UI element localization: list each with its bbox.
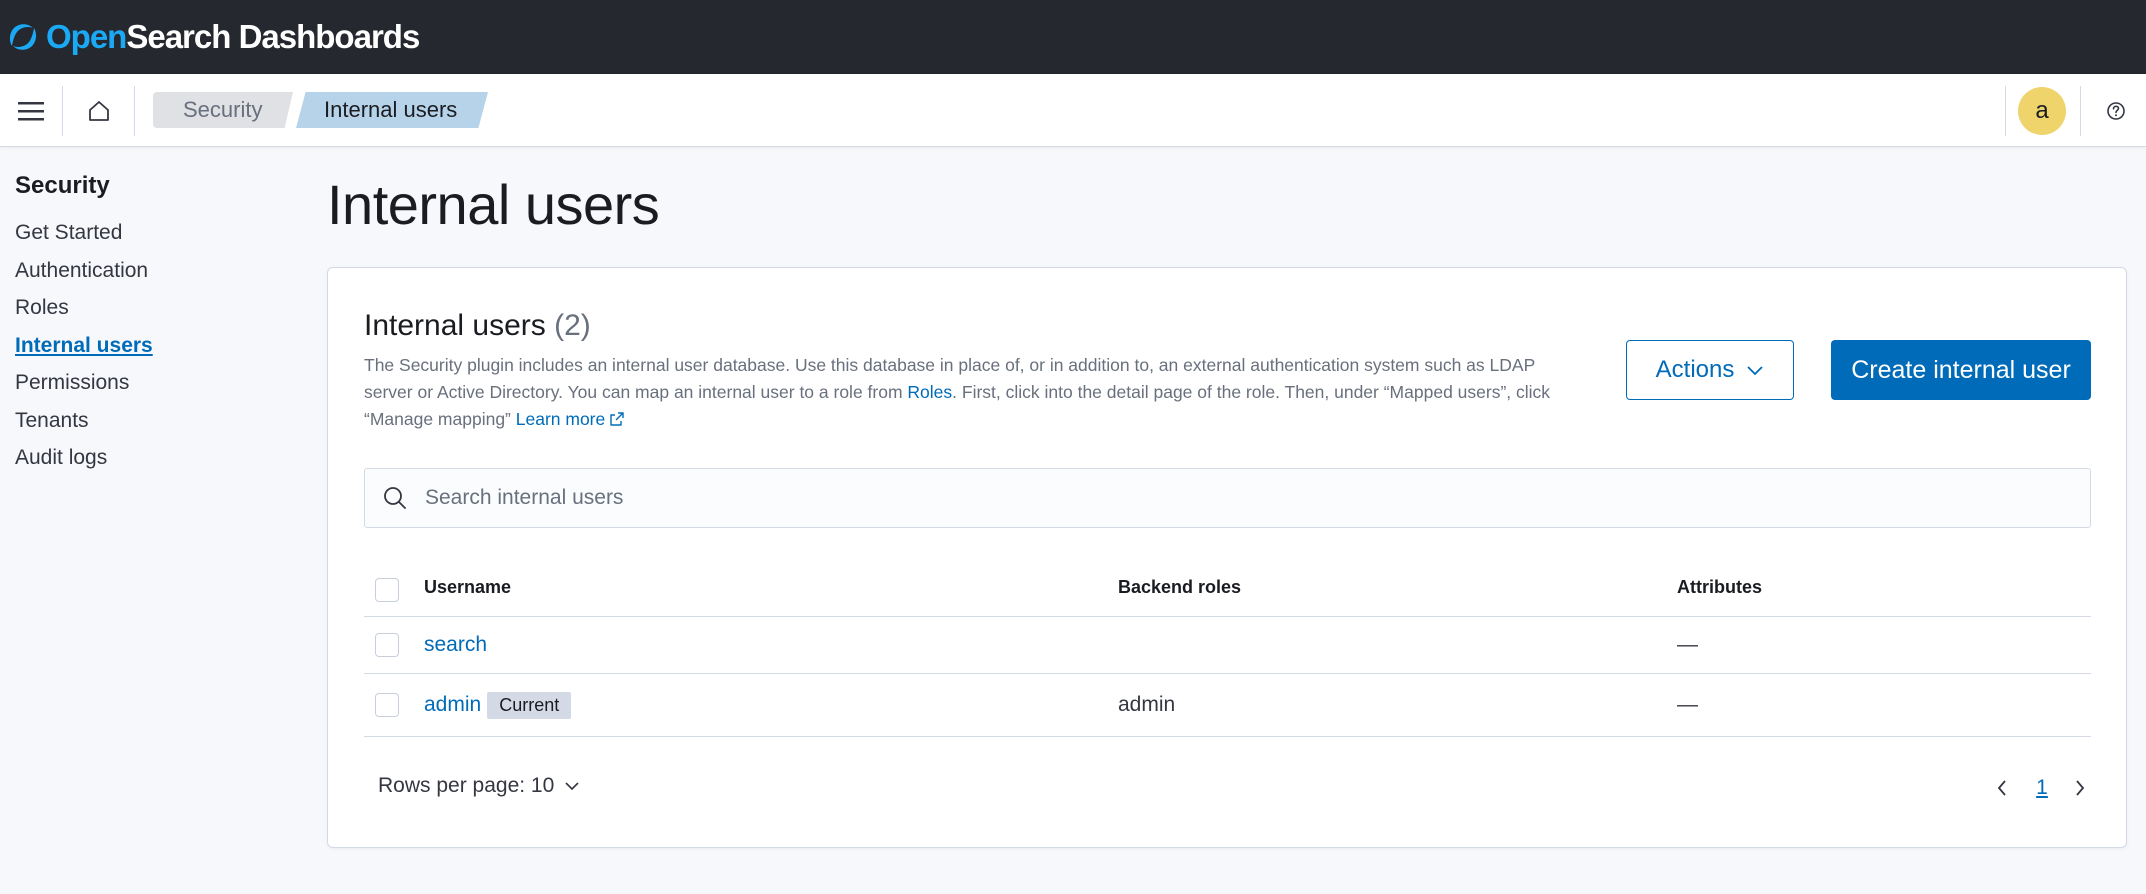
side-nav-item-audit-logs[interactable]: Audit logs [15, 443, 295, 481]
header-divider [2080, 86, 2081, 136]
row-checkbox[interactable] [375, 693, 399, 717]
username-cell: search [424, 630, 487, 660]
header-divider [62, 86, 63, 136]
home-button[interactable] [64, 74, 134, 147]
learn-more-link[interactable]: Learn more [516, 409, 626, 429]
help-button[interactable] [2094, 74, 2138, 147]
side-nav-title: Security [15, 172, 110, 199]
roles-link[interactable]: Roles [907, 382, 952, 402]
search-bar [364, 468, 2091, 528]
search-input[interactable] [425, 486, 2065, 510]
breadcrumb-header: Security Internal users a [0, 74, 2146, 147]
rows-per-page-selector[interactable]: Rows per page: 10 [378, 774, 580, 798]
header-divider [2005, 86, 2006, 136]
side-nav-item-authentication[interactable]: Authentication [15, 256, 295, 294]
global-header: OpenSearch Dashboards [0, 0, 2146, 74]
hamburger-icon [18, 101, 44, 120]
internal-users-panel: Internal users (2) The Security plugin i… [327, 267, 2127, 848]
create-internal-user-button[interactable]: Create internal user [1831, 340, 2091, 400]
panel-description: The Security plugin includes an internal… [364, 355, 1551, 429]
side-nav-item-roles[interactable]: Roles [15, 293, 295, 331]
search-icon [365, 485, 425, 511]
internal-users-table: Username Backend roles Attributes search… [364, 564, 2091, 737]
side-nav-item-internal-users[interactable]: Internal users [15, 331, 295, 369]
side-nav-item-tenants[interactable]: Tenants [15, 406, 295, 444]
chevron-down-icon [565, 782, 579, 791]
attributes-cell: — [1677, 633, 1698, 656]
column-header-username[interactable]: Username [424, 577, 511, 598]
external-link-icon [610, 412, 624, 426]
home-icon [89, 100, 109, 121]
user-count: (2) [554, 309, 591, 342]
table-row: admin Current admin — [364, 674, 2091, 737]
table-row: search — [364, 617, 2091, 674]
row-checkbox[interactable] [375, 633, 399, 657]
side-nav-item-get-started[interactable]: Get Started [15, 218, 295, 256]
attributes-cell: — [1677, 693, 1698, 716]
logo-text: OpenSearch Dashboards [46, 18, 420, 55]
previous-page-button[interactable] [1988, 772, 2016, 804]
chevron-down-icon [1747, 366, 1763, 376]
pagination: 1 [1988, 772, 2098, 804]
username-link[interactable]: admin [424, 693, 481, 717]
actions-button[interactable]: Actions [1626, 340, 1794, 400]
chevron-right-icon [2076, 780, 2085, 796]
next-page-button[interactable] [2066, 772, 2094, 804]
side-nav-item-permissions[interactable]: Permissions [15, 368, 295, 406]
backend-roles-cell: admin [1118, 693, 1176, 716]
opensearch-logo[interactable]: OpenSearch Dashboards [6, 18, 420, 56]
chevron-left-icon [1997, 780, 2006, 796]
help-icon [2107, 101, 2125, 120]
page-title: Internal users [327, 173, 660, 236]
opensearch-logo-icon [9, 24, 37, 50]
security-side-nav: Security Get Started Authentication Role… [15, 172, 295, 481]
header-divider [134, 86, 135, 136]
current-user-badge: Current [487, 691, 572, 719]
breadcrumb-security[interactable]: Security [153, 92, 293, 128]
username-link[interactable]: search [424, 633, 487, 657]
table-header-row: Username Backend roles Attributes [364, 564, 2091, 617]
username-cell: admin Current [424, 690, 572, 720]
panel-title: Internal users (2) [364, 309, 591, 342]
column-header-backend-roles: Backend roles [1118, 577, 1242, 597]
breadcrumb-internal-users: Internal users [296, 92, 488, 128]
user-avatar[interactable]: a [2018, 87, 2066, 135]
select-all-checkbox[interactable] [375, 578, 399, 602]
page-number-button[interactable]: 1 [2028, 772, 2056, 804]
column-header-attributes: Attributes [1677, 577, 1762, 597]
menu-toggle-button[interactable] [0, 74, 62, 147]
